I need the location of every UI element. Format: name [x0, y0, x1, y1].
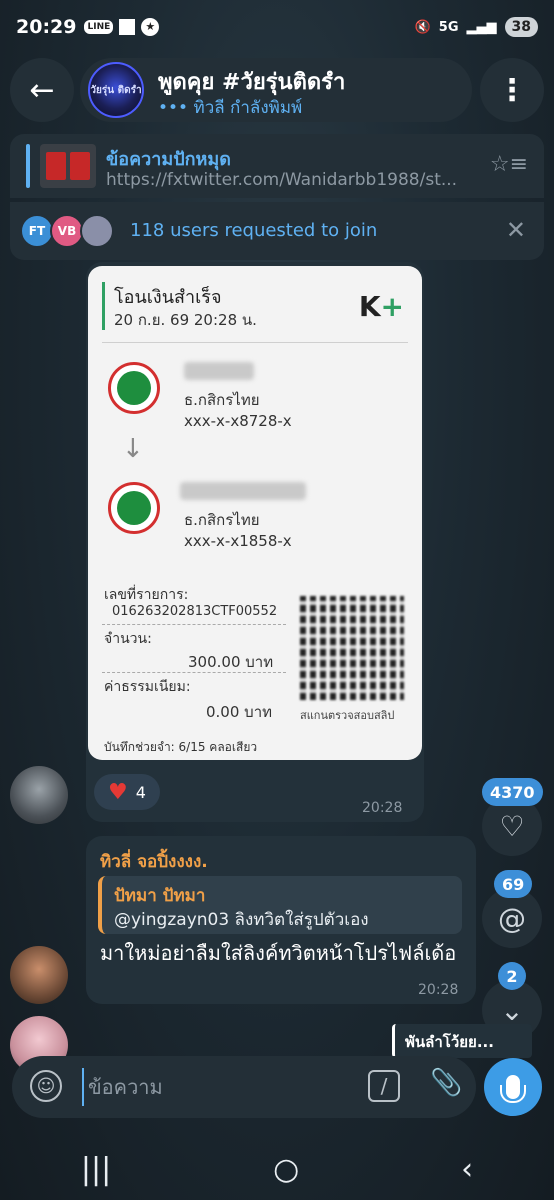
requester-avatar [80, 214, 114, 248]
fee-value: 0.00 บาท [206, 703, 272, 721]
paperclip-icon: 📎 [430, 1068, 463, 1098]
qr-code-redacted [300, 596, 404, 700]
message-preview[interactable]: พันลำโว้ยย... [392, 1024, 532, 1058]
arrow-down-icon: ↓ [122, 434, 144, 464]
message-time: 20:28 [418, 982, 459, 998]
status-bar: 20:29 LINE ★ 🔇 5G ▂▄▆ 38 [0, 0, 554, 54]
receiver-name-redacted [180, 482, 306, 500]
slip-accent-bar [102, 282, 105, 330]
back-nav-icon[interactable]: ‹ [461, 1152, 473, 1187]
sender-account: xxx-x-x8728-x [184, 412, 292, 430]
chevron-down-icon: ⌄ [500, 993, 524, 1027]
home-icon[interactable]: ○ [273, 1152, 299, 1187]
mute-icon: 🔇 [414, 19, 431, 35]
receiver-account: xxx-x-x1858-x [184, 532, 292, 550]
smile-icon: ☺ [36, 1075, 56, 1097]
group-avatar-text: วัยรุ่น ติดรำ [90, 84, 142, 96]
at-sign-icon: @ [498, 901, 526, 935]
back-button[interactable]: ← [10, 58, 74, 122]
reply-quote[interactable]: ปัทมา ปัทมา @yingzayn03 ลิงทวิตใส่รูปตัว… [98, 876, 462, 934]
more-vertical-icon: ⋮ [497, 72, 527, 108]
shield-icon: ★ [141, 18, 160, 36]
kbank-logo-icon [108, 362, 160, 414]
line-notification-icon: LINE [84, 20, 114, 34]
reactions-badge: 4370 [482, 778, 543, 806]
status-icons: 🔇 5G ▂▄▆ 38 [415, 17, 538, 37]
kbank-logo-icon [108, 482, 160, 534]
signal-icon: ▂▄▆ [466, 19, 497, 35]
more-menu-button[interactable]: ⋮ [480, 58, 544, 122]
sender-bank: ธ.กสิกรไทย [184, 391, 260, 409]
close-icon[interactable]: ✕ [506, 216, 526, 244]
slip-memo: บันทึกช่วยจำ: 6/15 คลอเสียว [104, 740, 258, 754]
voice-record-button[interactable] [484, 1058, 542, 1116]
qr-caption: สแกนตรวจสอบสลิป [300, 709, 395, 722]
chat-title-pill[interactable]: วัยรุ่น ติดรำ พูดคุย #วัยรุ่นติดรำ ••• ท… [80, 58, 472, 122]
pinned-thumbnail [40, 144, 96, 188]
network-label: 5G [438, 19, 459, 35]
slip-date: 20 ก.ย. 69 20:28 น. [114, 311, 257, 329]
slash-icon: / [380, 1074, 388, 1098]
pinned-title: ข้อความปักหมุด [106, 149, 231, 170]
emoji-button[interactable]: ☺ [30, 1070, 62, 1102]
commands-button[interactable]: / [368, 1070, 400, 1102]
battery-indicator: 38 [504, 17, 538, 37]
pinned-indicator [26, 144, 30, 188]
notification-square-icon [119, 19, 136, 35]
microphone-icon [500, 1075, 526, 1103]
pinned-url: https://fxtwitter.com/Wanidarbb1988/st..… [106, 170, 458, 190]
amount-value: 300.00 บาท [188, 653, 274, 671]
message-time: 20:28 [362, 800, 403, 816]
clock: 20:29 [16, 16, 77, 38]
sender-name-redacted [184, 362, 254, 380]
pin-list-icon[interactable]: ☆≡ [490, 152, 528, 177]
reply-author: ปัทมา ปัทมา [114, 886, 206, 906]
divider [102, 342, 408, 343]
divider [102, 672, 286, 673]
fee-label: ค่าธรรมเนียม: [104, 679, 191, 695]
typing-status: ••• ทิวลี กำลังพิมพ์ [158, 98, 303, 118]
slip-title: โอนเงินสำเร็จ [114, 287, 222, 308]
sender-avatar[interactable] [10, 766, 68, 824]
ref-value: 016263202813CTF00552 [112, 604, 278, 619]
message-body: มาใหม่อย่าลืมใส่ลิงค์ทวิตหน้าโปรไฟล์เด้อ [100, 941, 457, 965]
divider [102, 624, 286, 625]
reaction-count: 4 [135, 782, 146, 802]
kplus-logo: K+ [358, 290, 404, 323]
pinned-message-bar[interactable]: ข้อความปักหมุด https://fxtwitter.com/Wan… [10, 134, 544, 198]
mentions-badge: 69 [494, 870, 533, 898]
unread-badge: 2 [498, 962, 526, 990]
attach-button[interactable]: 📎 [430, 1068, 462, 1098]
recent-apps-icon[interactable]: ||| [81, 1152, 111, 1187]
requester-avatar: VB [50, 214, 84, 248]
ref-label: เลขที่รายการ: [104, 587, 189, 603]
join-requests-text: 118 users requested to join [130, 220, 378, 241]
receiver-bank: ธ.กสิกรไทย [184, 511, 260, 529]
heart-reaction[interactable]: ♥ 4 [94, 774, 160, 810]
amount-label: จำนวน: [104, 631, 152, 647]
message-author[interactable]: ทิวลี่ จอปิ้งงงง. [100, 848, 208, 875]
heart-icon: ♥ [108, 779, 128, 805]
chat-header: ← วัยรุ่น ติดรำ พูดคุย #วัยรุ่นติดรำ •••… [10, 58, 544, 124]
reply-text: @yingzayn03 ลิงทวิตใส่รูปตัวเอง [114, 910, 369, 930]
sender-avatar[interactable] [10, 946, 68, 1004]
requester-avatar: FT [20, 214, 54, 248]
transfer-slip-image[interactable]: โอนเงินสำเร็จ 20 ก.ย. 69 20:28 น. K+ ธ.ก… [88, 266, 422, 760]
text-message[interactable]: ทิวลี่ จอปิ้งงงง. ปัทมา ปัทมา @yingzayn0… [86, 836, 476, 1004]
photo-message[interactable]: โอนเงินสำเร็จ 20 ก.ย. 69 20:28 น. K+ ธ.ก… [86, 262, 424, 822]
system-nav-bar: ||| ○ ‹ [0, 1138, 554, 1200]
group-avatar[interactable]: วัยรุ่น ติดรำ [88, 62, 144, 118]
heart-outline-icon: ♡ [499, 809, 525, 843]
join-requests-bar[interactable]: FT VB 118 users requested to join ✕ [10, 202, 544, 260]
message-composer: ☺ / 📎 [12, 1056, 476, 1118]
arrow-left-icon: ← [29, 72, 55, 108]
message-input[interactable] [82, 1068, 352, 1106]
